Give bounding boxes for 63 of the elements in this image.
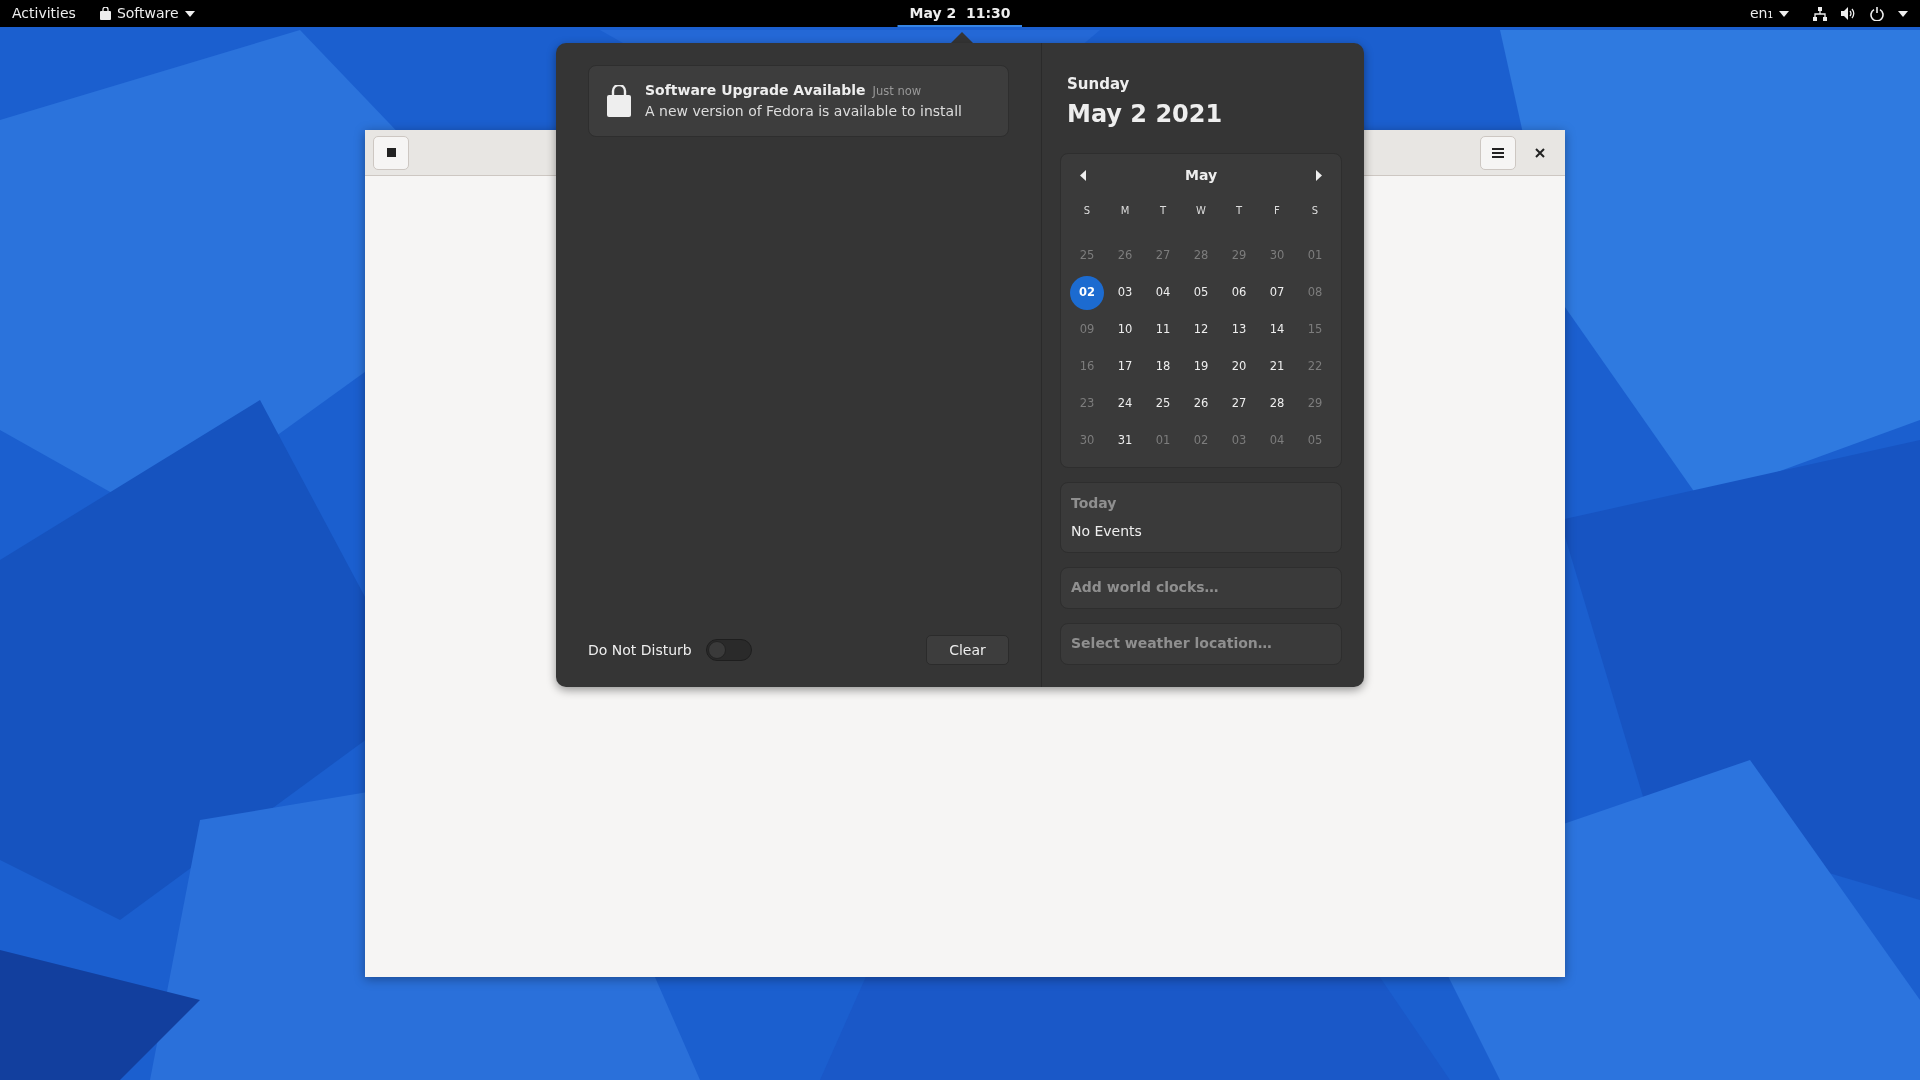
events-card[interactable]: Today No Events [1060,481,1342,553]
caret-icon [1779,10,1789,17]
notification-time: Just now [872,83,922,100]
weekday-header: F [1273,203,1281,218]
calendar-day[interactable]: 17 [1108,350,1142,384]
calendar-day[interactable]: 04 [1146,276,1180,310]
calendar-day[interactable]: 27 [1222,387,1256,421]
weekday-header: S [1310,203,1320,218]
calendar-day[interactable]: 05 [1184,276,1218,310]
calendar-day[interactable]: 11 [1146,313,1180,347]
world-clocks-button[interactable]: Add world clocks… [1060,566,1342,609]
calendar-day[interactable]: 03 [1108,276,1142,310]
weekday-header: W [1195,203,1207,218]
calendar-day[interactable]: 19 [1184,350,1218,384]
clock-button[interactable]: May 2 11:30 [897,0,1023,27]
calendar-day[interactable]: 21 [1260,350,1294,384]
clear-button[interactable]: Clear [926,635,1009,665]
notification-body: A new version of Fedora is available to install [645,102,962,121]
calendar-day[interactable]: 24 [1108,387,1142,421]
events-text: No Events [1071,521,1143,541]
weather-button[interactable]: Select weather location… [1060,622,1342,665]
power-icon [1870,6,1884,21]
bag-icon [99,7,111,20]
weekday-header: T [1234,203,1244,218]
calendar-day[interactable]: 20 [1222,350,1256,384]
menu-button[interactable] [1480,135,1516,170]
calendar-day[interactable]: 06 [1222,276,1256,310]
calendar-day[interactable]: 31 [1108,424,1142,458]
activities-button[interactable]: Activities [0,0,88,27]
calendar-day[interactable]: 02 [1070,276,1104,310]
weekday-header: T [1158,203,1168,218]
menu-icon [1492,147,1504,158]
input-source-button[interactable]: en₁ [1737,0,1801,27]
notification-title: Software Upgrade Available [645,81,866,100]
calendar-day[interactable]: 28 [1260,387,1294,421]
weekday-label: Sunday [1067,74,1131,95]
left-arrow-icon [1079,170,1086,181]
month-label: May [1184,166,1218,185]
calendar-day[interactable]: 25 [1146,387,1180,421]
bag-icon [607,85,631,117]
events-heading: Today [1071,493,1118,513]
calendar-day[interactable]: 14 [1260,313,1294,347]
calendar-day[interactable]: 13 [1222,313,1256,347]
volume-icon [1841,7,1856,20]
stop-button[interactable] [373,135,409,170]
caret-icon [1898,10,1908,17]
dnd-switch[interactable] [705,639,752,661]
calendar-day[interactable]: 12 [1184,313,1218,347]
notification-card[interactable]: Software Upgrade Available Just now A new version of Fedora is available to install [588,65,1009,137]
square-icon [386,148,396,157]
caret-icon [184,10,195,17]
calendar-day[interactable]: 18 [1146,350,1180,384]
calendar-day[interactable]: 10 [1108,313,1142,347]
close-icon [1535,147,1545,158]
weekday-header: S [1082,203,1092,218]
date-heading: May 2 2021 [1067,98,1224,130]
right-arrow-icon [1316,170,1323,181]
calendar-day[interactable]: 07 [1260,276,1294,310]
calendar-day[interactable]: 26 [1184,387,1218,421]
network-icon [1813,6,1827,21]
app-menu[interactable]: Software [87,0,207,27]
dnd-label: Do Not Disturb [588,640,692,660]
weekday-header: M [1119,203,1131,218]
